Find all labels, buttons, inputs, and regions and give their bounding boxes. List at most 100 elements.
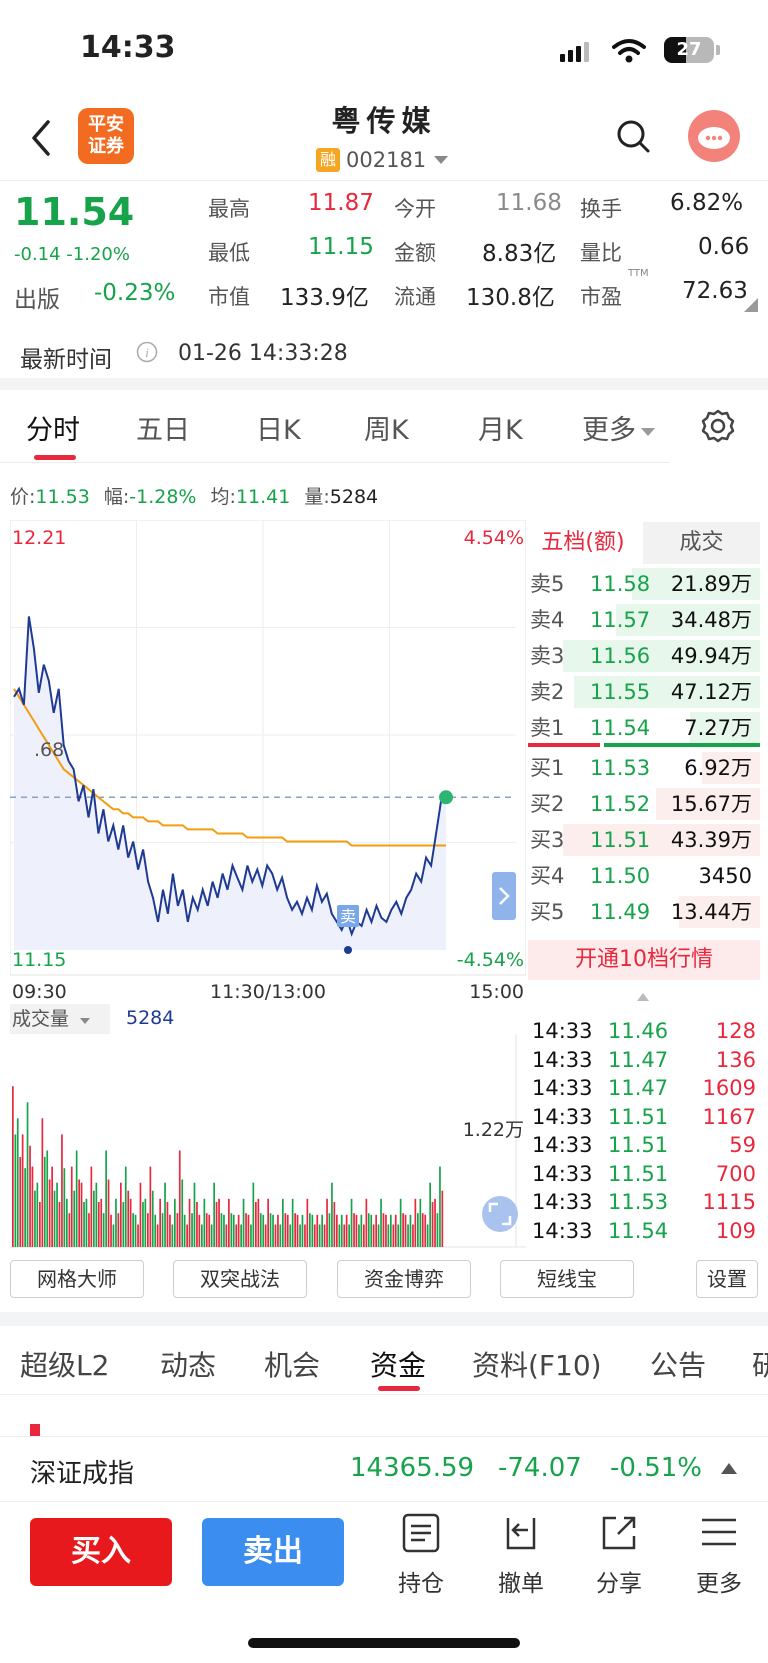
double-break-button[interactable]: 双突战法 [173, 1260, 307, 1298]
volume-bar [399, 1198, 402, 1248]
ask-row[interactable]: 卖5 11.58 21.89万 [528, 566, 760, 602]
ask-row[interactable]: 卖2 11.55 47.12万 [528, 674, 760, 710]
volume-bar [34, 1190, 36, 1247]
volume-bar [390, 1214, 392, 1247]
volume-bar [97, 1202, 100, 1247]
open-ten-levels-button[interactable]: 开通10档行情 [528, 940, 760, 980]
volume-bar [174, 1198, 176, 1248]
volume-bar [83, 1202, 85, 1247]
short-line-button[interactable]: 短线宝 [500, 1260, 634, 1298]
cancel-order-button[interactable]: 撤单 [486, 1512, 556, 1598]
volume-bar [240, 1224, 242, 1247]
sector-label[interactable]: 出版 [14, 280, 60, 314]
fullscreen-icon[interactable] [482, 1196, 518, 1232]
bid-row[interactable]: 买4 11.50 3450 [528, 858, 760, 894]
volume-bar [385, 1214, 387, 1247]
trade-row: 14:33 11.53 1115 [532, 1188, 764, 1216]
trade-volume: 1609 [702, 1076, 756, 1100]
intraday-chart[interactable]: 12.21 11.15 4.54% -4.54% .68 卖 09:30 11:… [10, 520, 526, 1000]
volume-bar [353, 1213, 355, 1247]
tab-research-partial[interactable]: 研 [752, 1344, 768, 1384]
assistant-avatar[interactable] [688, 110, 740, 162]
trade-time: 14:33 [532, 1161, 593, 1186]
share-icon [602, 1516, 636, 1550]
tab-news[interactable]: 动态 [160, 1344, 216, 1384]
gear-icon[interactable] [700, 408, 736, 444]
share-button[interactable]: 分享 [584, 1512, 654, 1598]
volume-indicator-select[interactable]: 成交量 [10, 1004, 110, 1034]
tab-weekly-k[interactable]: 周K [364, 408, 409, 447]
info-icon[interactable]: i [136, 341, 158, 363]
volume-value: 5284 [126, 1007, 175, 1029]
trade-price: 11.51 [608, 1104, 669, 1129]
settings-button[interactable]: 设置 [696, 1260, 758, 1298]
volume-bar [358, 1224, 360, 1247]
tab-daily-k[interactable]: 日K [256, 408, 301, 447]
volume-bar [431, 1202, 434, 1247]
holdings-button[interactable]: 持仓 [386, 1512, 456, 1598]
volume-bar [323, 1224, 326, 1247]
ask-row[interactable]: 卖4 11.57 34.48万 [528, 602, 760, 638]
volume-bar [154, 1214, 157, 1247]
tab-trades[interactable]: 成交 [643, 522, 760, 564]
volume-bar [412, 1224, 414, 1247]
volume-bar [245, 1213, 247, 1247]
fund-game-button[interactable]: 资金博弈 [337, 1260, 471, 1298]
ask-row[interactable]: 卖3 11.56 49.94万 [528, 638, 760, 674]
tab-opportunity[interactable]: 机会 [264, 1344, 320, 1384]
tab-minute[interactable]: 分时 [26, 408, 80, 447]
search-icon[interactable] [615, 118, 651, 154]
volume-bar [286, 1214, 289, 1247]
chevron-up-icon[interactable] [720, 1461, 738, 1475]
tab-announcement[interactable]: 公告 [650, 1344, 706, 1384]
bid-row[interactable]: 买1 11.53 6.92万 [528, 750, 760, 786]
crosshair-info: 价:11.53 幅:-1.28% 均:11.41 量:5284 [10, 486, 379, 508]
volume-bar [147, 1213, 149, 1247]
volume-chart[interactable]: 1.22万 [10, 1034, 526, 1248]
volume-bar [102, 1213, 105, 1247]
volume-bar [88, 1213, 90, 1247]
bid-row[interactable]: 买3 11.51 43.39万 [528, 822, 760, 858]
more-button[interactable]: 更多 [684, 1512, 754, 1598]
volume-bar [306, 1198, 309, 1248]
bid-volume: 43.39万 [670, 828, 752, 852]
volume-bar [70, 1166, 73, 1247]
grid-master-button[interactable]: 网格大师 [10, 1260, 144, 1298]
index-ticker[interactable]: 深证成指 14365.59 -74.07 -0.51% [0, 1436, 768, 1502]
tab-super-l2[interactable]: 超级L2 [20, 1344, 109, 1384]
ask-price: 11.58 [590, 572, 651, 596]
status-time: 14:33 [80, 30, 176, 65]
volume-bar [129, 1198, 132, 1248]
volratio-label: 量比 [580, 241, 622, 265]
sell-button[interactable]: 卖出 [202, 1518, 344, 1586]
bid-row[interactable]: 买5 11.49 13.44万 [528, 894, 760, 930]
bid-volume: 6.92万 [684, 756, 752, 780]
volume-bar [279, 1224, 282, 1247]
tab-five-levels[interactable]: 五档(额) [528, 522, 638, 564]
chevron-up-icon[interactable] [636, 992, 650, 1002]
open-label: 今开 [394, 197, 436, 221]
amount-label: 金额 [394, 241, 436, 265]
volume-bar [166, 1202, 169, 1247]
index-change: -74.07 [498, 1453, 582, 1483]
volume-bar [321, 1214, 323, 1247]
volratio-value: 0.66 [698, 234, 750, 260]
x-label-mid: 11:30/13:00 [210, 981, 326, 1000]
volume-bar [259, 1213, 262, 1247]
tab-f10[interactable]: 资料(F10) [472, 1344, 602, 1384]
volume-bar [232, 1214, 235, 1247]
volume-bar [149, 1166, 152, 1247]
sector-change: -0.23% [94, 280, 176, 306]
bid-row[interactable]: 买2 11.52 15.67万 [528, 786, 760, 822]
volume-bar [343, 1224, 346, 1247]
trade-time: 14:33 [532, 1190, 593, 1214]
tab-underline [378, 1386, 420, 1391]
ask-row[interactable]: 卖1 11.54 7.27万 [528, 710, 760, 746]
tab-five-day[interactable]: 五日 [136, 408, 190, 447]
expand-panel-handle[interactable] [492, 872, 516, 920]
tab-monthly-k[interactable]: 月K [478, 408, 523, 447]
tab-more[interactable]: 更多 [582, 408, 656, 447]
stock-code-row[interactable]: 融 002181 [316, 146, 450, 174]
tab-capital[interactable]: 资金 [370, 1344, 426, 1384]
buy-button[interactable]: 买入 [30, 1518, 172, 1586]
